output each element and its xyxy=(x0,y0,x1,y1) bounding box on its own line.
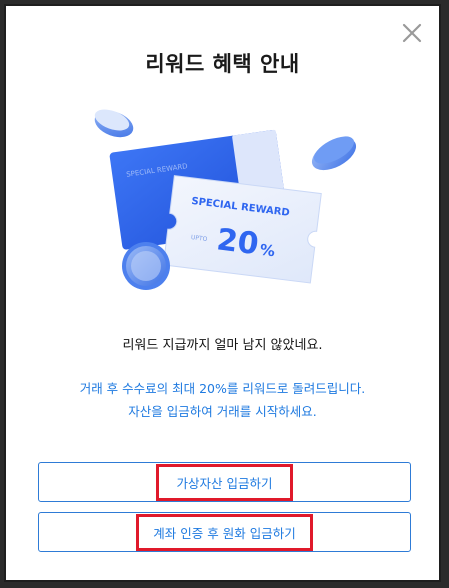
deposit-krw-label: 계좌 인증 후 원화 입금하기 xyxy=(136,513,313,551)
deposit-krw-button[interactable]: 계좌 인증 후 원화 입금하기 xyxy=(38,512,411,552)
deposit-crypto-label: 가상자산 입금하기 xyxy=(155,463,294,501)
reward-message: 리워드 지급까지 얼마 남지 않았네요. xyxy=(122,338,323,353)
note-line-1: 거래 후 수수료의 최대 20%를 리워드로 돌려드립니다. xyxy=(79,381,366,396)
modal-title: 리워드 혜택 안내 xyxy=(145,52,300,76)
coin-icon xyxy=(94,109,134,138)
coin-icon xyxy=(311,136,357,171)
coin-icon xyxy=(122,242,170,290)
reward-note: 거래 후 수수료의 최대 20%를 리워드로 돌려드립니다. 자산을 입금하여 … xyxy=(6,377,439,423)
front-ticket: SPECIAL REWARD UPTO 20 % xyxy=(162,175,322,284)
deposit-crypto-button[interactable]: 가상자산 입금하기 xyxy=(38,462,411,502)
reward-modal: 리워드 혜택 안내 SPECIAL REWARD SPECIAL REWARD … xyxy=(4,4,441,582)
front-ticket-value: 20 xyxy=(215,222,261,262)
front-ticket-unit: % xyxy=(259,241,276,261)
note-line-2: 자산을 입금하여 거래를 시작하세요. xyxy=(128,404,317,419)
reward-ticket-illustration: SPECIAL REWARD SPECIAL REWARD UPTO 20 % xyxy=(94,109,357,290)
close-icon[interactable] xyxy=(399,20,425,46)
